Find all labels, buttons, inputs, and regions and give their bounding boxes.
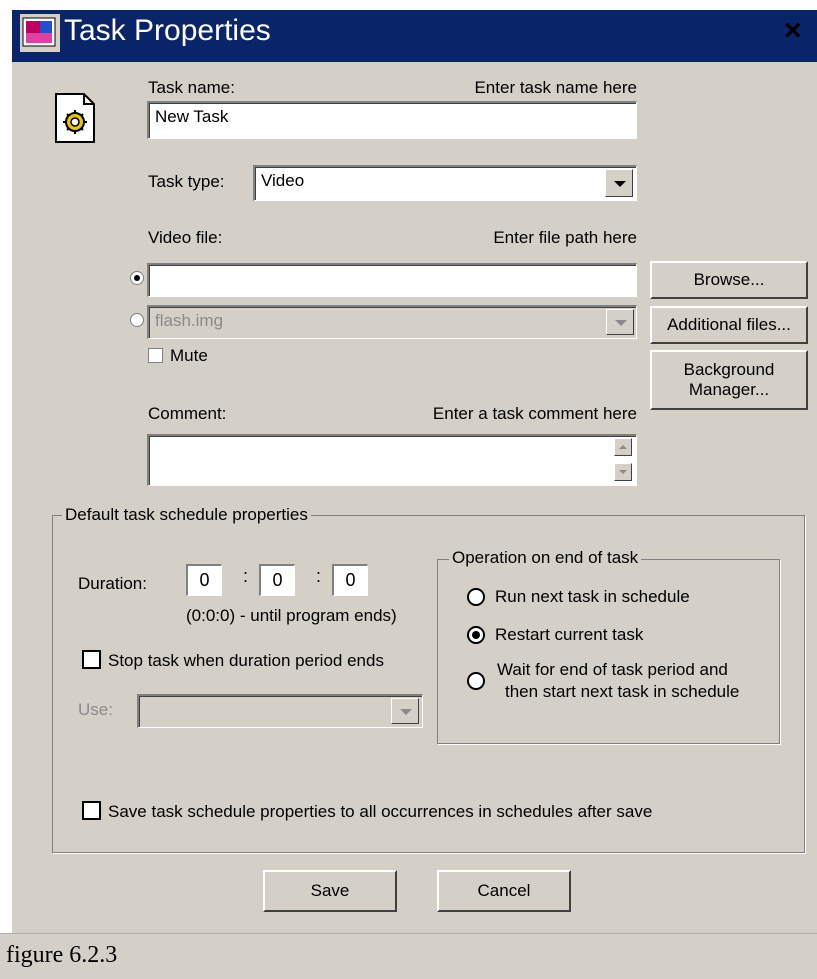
video-path-input[interactable] — [147, 263, 637, 297]
figure-caption: figure 6.2.3 — [6, 942, 118, 968]
mute-checkbox[interactable] — [148, 348, 163, 363]
flash-dropdown-button[interactable] — [606, 309, 634, 335]
duration-label: Duration: — [78, 574, 147, 593]
duration-hours-input[interactable]: 0 — [186, 564, 222, 596]
duration-note: (0:0:0) - until program ends) — [186, 606, 397, 625]
stop-task-checkbox[interactable] — [82, 650, 101, 669]
restart-current-radio[interactable] — [467, 626, 485, 644]
wait-end-label-line1: Wait for end of task period and — [497, 660, 728, 679]
run-next-radio[interactable] — [467, 588, 485, 606]
save-all-occurrences-label: Save task schedule properties to all occ… — [108, 802, 653, 821]
restart-current-label: Restart current task — [495, 625, 644, 644]
task-file-icon — [55, 93, 95, 143]
flash-file-radio[interactable] — [130, 313, 144, 327]
video-path-radio[interactable] — [130, 271, 144, 285]
close-icon[interactable]: × — [784, 14, 802, 48]
comment-scroll-down[interactable] — [614, 463, 632, 481]
task-type-dropdown-button[interactable] — [605, 169, 633, 197]
comment-label: Comment: — [148, 404, 227, 423]
video-file-label: Video file: — [148, 228, 223, 247]
comment-scroll-up[interactable] — [614, 438, 632, 456]
wait-end-radio[interactable] — [467, 672, 485, 690]
video-file-hint: Enter file path here — [493, 228, 637, 247]
mute-label: Mute — [170, 346, 208, 365]
duration-sep2: : — [316, 566, 322, 586]
flash-file-select[interactable]: flash.img — [147, 305, 637, 339]
task-name-input[interactable]: New Task — [147, 101, 637, 139]
cancel-button[interactable]: Cancel — [437, 870, 571, 912]
background-manager-button[interactable]: Background Manager... — [650, 350, 808, 410]
save-button[interactable]: Save — [263, 870, 397, 912]
task-type-label: Task type: — [148, 172, 225, 191]
task-name-label: Task name: — [148, 78, 235, 97]
operation-group-title: Operation on end of task — [449, 548, 642, 568]
task-type-select[interactable]: Video — [253, 165, 637, 201]
background-manager-line1: Background — [683, 360, 775, 379]
use-dropdown-button[interactable] — [391, 698, 419, 724]
app-icon — [20, 14, 60, 52]
comment-textarea[interactable] — [147, 434, 637, 486]
run-next-label: Run next task in schedule — [495, 587, 690, 606]
background-manager-line2: Manager... — [688, 380, 770, 399]
window-title: Task Properties — [64, 14, 271, 47]
duration-minutes-input[interactable]: 0 — [259, 564, 295, 596]
comment-hint: Enter a task comment here — [432, 404, 637, 423]
duration-seconds-input[interactable]: 0 — [332, 564, 368, 596]
browse-button[interactable]: Browse... — [650, 261, 808, 299]
schedule-group-title: Default task schedule properties — [62, 505, 311, 525]
wait-end-label-line2: then start next task in schedule — [505, 682, 740, 701]
caption-bar — [0, 933, 817, 979]
duration-sep1: : — [243, 566, 249, 586]
use-label: Use: — [78, 700, 113, 719]
additional-files-button[interactable]: Additional files... — [650, 306, 808, 344]
use-select[interactable] — [137, 694, 423, 728]
task-name-hint: Enter task name here — [474, 78, 637, 97]
stop-task-label: Stop task when duration period ends — [108, 651, 384, 670]
save-all-occurrences-checkbox[interactable] — [82, 801, 101, 820]
